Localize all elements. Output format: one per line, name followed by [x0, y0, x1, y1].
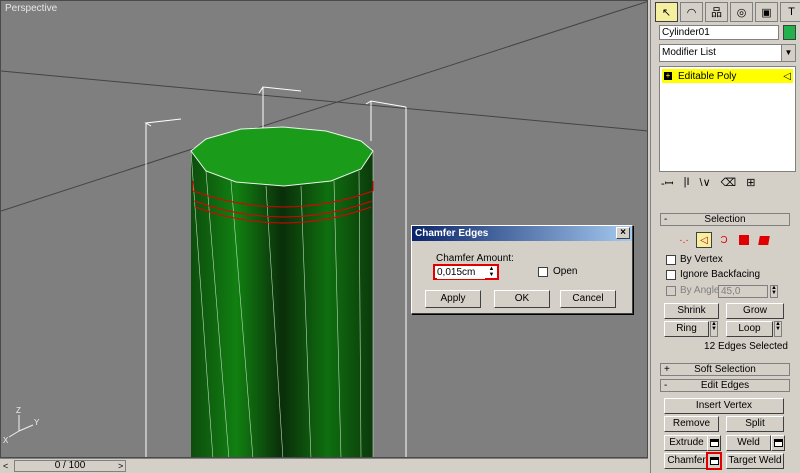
by-vertex-label: By Vertex — [680, 254, 723, 265]
by-angle-label: By Angle: — [680, 285, 723, 296]
settings-icon — [774, 439, 783, 447]
checkbox-box[interactable] — [666, 285, 676, 296]
timeline-next-icon[interactable]: > — [118, 461, 123, 471]
remove-modifier-icon[interactable]: ⌫ — [721, 176, 737, 191]
modify-tab-icon[interactable]: ◠ — [680, 2, 703, 22]
hierarchy-tab-icon[interactable]: 品 — [705, 2, 728, 22]
chevron-down-icon[interactable]: ▼ — [781, 45, 795, 61]
modifier-stack: + Editable Poly ◁ — [659, 66, 796, 172]
insert-vertex-button[interactable]: Insert Vertex — [664, 398, 784, 414]
chamfer-amount-input[interactable] — [437, 267, 485, 279]
rollout-soft-selection-header[interactable]: + Soft Selection — [660, 363, 790, 376]
subobject-level-icons: ·.· ◁ Ɔ — [676, 232, 772, 248]
command-panel-tabs: ↖ ◠ 品 ◎ ▣ T — [655, 2, 800, 22]
vertex-level-icon[interactable]: ·.· — [676, 232, 692, 248]
remove-button[interactable]: Remove — [664, 416, 719, 432]
ignore-backfacing-checkbox[interactable]: Ignore Backfacing — [666, 269, 760, 280]
extrude-button[interactable]: Extrude — [664, 435, 709, 451]
edge-subobject-icon: ◁ — [783, 70, 791, 82]
cancel-button[interactable]: Cancel — [560, 290, 616, 308]
time-slider[interactable]: 0 / 100 — [14, 460, 126, 472]
expand-icon: + — [664, 364, 670, 375]
object-name-field[interactable]: Cylinder01 — [659, 25, 779, 40]
chamfer-edges-dialog: Chamfer Edges × Chamfer Amount: ▲▼ Open … — [411, 225, 633, 314]
settings-icon — [710, 457, 719, 465]
angle-input[interactable]: 45,0 — [718, 285, 768, 298]
chamfer-amount-field[interactable]: ▲▼ — [433, 264, 499, 280]
stack-toolbar: -ꟷ |Ӏ \∨ ⌫ ⊞ — [661, 176, 755, 191]
axis-label-y: Y — [34, 418, 40, 427]
expand-icon[interactable]: + — [664, 72, 672, 80]
edge-level-icon[interactable]: ◁ — [696, 232, 712, 248]
open-checkbox[interactable]: Open — [538, 266, 577, 277]
element-level-icon[interactable] — [756, 232, 772, 248]
rollout-selection-header[interactable]: - Selection — [660, 213, 790, 226]
dialog-titlebar[interactable]: Chamfer Edges × — [412, 226, 632, 241]
stack-item-editable-poly[interactable]: + Editable Poly ◁ — [662, 69, 793, 83]
ok-button[interactable]: OK — [494, 290, 550, 308]
rollout-edit-edges-title: Edit Edges — [700, 380, 750, 391]
target-weld-button[interactable]: Target Weld — [726, 453, 784, 469]
timeline-bar: < 0 / 100 > — [0, 458, 648, 473]
chamfer-button[interactable]: Chamfer — [664, 453, 709, 469]
pin-stack-icon[interactable]: -ꟷ — [661, 176, 674, 191]
utilities-tab-icon[interactable]: T — [780, 2, 800, 22]
show-end-result-icon[interactable]: |Ӏ — [684, 176, 690, 191]
configure-sets-icon[interactable]: ⊞ — [746, 176, 755, 191]
collapse-icon: - — [664, 380, 668, 391]
dialog-title: Chamfer Edges — [415, 228, 489, 239]
display-tab-icon[interactable]: ▣ — [755, 2, 778, 22]
rollout-soft-selection-title: Soft Selection — [694, 364, 756, 375]
ring-button[interactable]: Ring — [664, 321, 709, 337]
rollout-selection-title: Selection — [704, 214, 746, 225]
make-unique-icon[interactable]: \∨ — [700, 176, 711, 191]
polygon-level-icon[interactable] — [736, 232, 752, 248]
checkbox-box[interactable] — [666, 254, 676, 265]
chamfer-amount-spinner[interactable]: ▲ ▼ — [487, 266, 496, 278]
border-level-icon[interactable]: Ɔ — [716, 232, 732, 248]
open-label: Open — [553, 266, 578, 277]
axis-label-x: X — [3, 436, 9, 445]
extrude-settings-button[interactable] — [707, 435, 721, 451]
checkbox-box[interactable] — [538, 266, 548, 277]
axis-label-z: Z — [16, 406, 21, 415]
by-angle-checkbox[interactable]: By Angle: — [666, 285, 722, 296]
modifier-list-label: Modifier List — [662, 47, 716, 58]
rollout-edit-edges-header[interactable]: - Edit Edges — [660, 379, 790, 392]
ignore-backfacing-label: Ignore Backfacing — [680, 269, 761, 280]
apply-button[interactable]: Apply — [425, 290, 481, 308]
weld-settings-button[interactable] — [771, 435, 785, 451]
chamfer-settings-button[interactable] — [706, 452, 722, 470]
close-icon[interactable]: × — [616, 227, 630, 239]
split-button[interactable]: Split — [726, 416, 784, 432]
object-color-swatch[interactable] — [783, 25, 796, 40]
collapse-icon: - — [664, 214, 668, 225]
selection-count: 12 Edges Selected — [704, 341, 788, 352]
by-vertex-checkbox[interactable]: By Vertex — [666, 254, 723, 265]
motion-tab-icon[interactable]: ◎ — [730, 2, 753, 22]
angle-spinner[interactable]: ▲ ▼ — [770, 285, 778, 298]
stack-item-label: Editable Poly — [678, 70, 737, 82]
ring-spinner[interactable]: ▲ ▼ — [710, 321, 718, 337]
checkbox-box[interactable] — [666, 269, 676, 280]
settings-icon — [710, 439, 719, 447]
viewport-label[interactable]: Perspective — [5, 3, 57, 14]
weld-button[interactable]: Weld — [726, 435, 771, 451]
modifier-list-dropdown[interactable]: Modifier List ▼ — [659, 44, 796, 62]
cylinder-body — [191, 151, 373, 457]
chamfer-amount-label: Chamfer Amount: — [436, 253, 514, 264]
grow-button[interactable]: Grow — [726, 303, 784, 319]
axis-gizmo — [8, 415, 34, 438]
loop-spinner[interactable]: ▲ ▼ — [774, 321, 782, 337]
grid-line — [1, 70, 647, 132]
loop-button[interactable]: Loop — [726, 321, 773, 337]
timeline-prev-icon[interactable]: < — [3, 461, 8, 471]
shrink-button[interactable]: Shrink — [664, 303, 719, 319]
create-tab-icon[interactable]: ↖ — [655, 2, 678, 22]
